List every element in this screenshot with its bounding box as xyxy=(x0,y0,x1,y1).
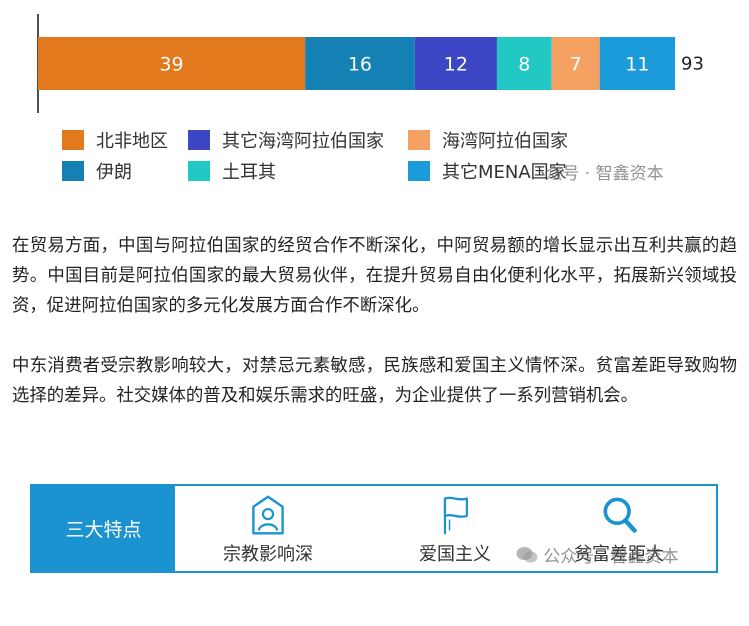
legend-item-turkey: 土耳其 xyxy=(188,159,276,183)
chart-watermark-text: 众号 · 智鑫资本 xyxy=(545,164,664,184)
person-frame-icon xyxy=(252,495,284,535)
chart-canvas: 39 16 12 8 7 11 93 xyxy=(37,14,704,113)
legend-label: 土耳其 xyxy=(222,162,276,183)
legend-swatch xyxy=(188,161,210,181)
legend-swatch xyxy=(408,130,430,150)
legend-label: 其它海湾阿拉伯国家 xyxy=(222,131,384,152)
legend-swatch xyxy=(408,161,430,181)
article-paragraph-consumers: 中东消费者受宗教影响较大，对禁忌元素敏感，民族感和爱国主义情怀深。贫富差距导致购… xyxy=(12,356,737,406)
feature-label: 宗教影响深 xyxy=(223,544,313,565)
legend-label: 海湾阿拉伯国家 xyxy=(442,131,568,152)
feature-label: 爱国主义 xyxy=(419,544,491,565)
legend-item-gulf-arab: 海湾阿拉伯国家 xyxy=(408,128,568,152)
legend-item-iran: 伊朗 xyxy=(62,159,132,183)
feature-patriotism: 爱国主义 xyxy=(390,494,520,566)
bar-value-label: 7 xyxy=(570,54,582,76)
legend-item-other-gulf-arab: 其它海湾阿拉伯国家 xyxy=(188,128,384,152)
legend-swatch xyxy=(188,130,210,150)
legend-item-north-africa: 北非地区 xyxy=(62,128,168,152)
article-paragraph-trade: 在贸易方面，中国与阿拉伯国家的经贸合作不断深化，中阿贸易额的增长显示出互利共赢的… xyxy=(12,236,737,316)
legend-label: 伊朗 xyxy=(96,162,132,183)
features-watermark: 公众号 · 智鑫资本 xyxy=(516,542,679,569)
chart-watermark: 众号 · 智鑫资本 xyxy=(540,159,664,184)
bar-value-label: 39 xyxy=(159,54,183,76)
features-watermark-text: 公众号 · 智鑫资本 xyxy=(543,547,679,567)
bar-value-label: 12 xyxy=(444,54,468,76)
wechat-icon xyxy=(516,546,538,569)
bar-value-label: 11 xyxy=(625,54,649,76)
legend-swatch xyxy=(62,130,84,150)
total-label: 93 xyxy=(681,54,704,75)
feature-religion: 宗教影响深 xyxy=(203,494,333,566)
three-features-box: 三大特点 宗教影响深 爱国主义 贫富差距大 公众号 · 智鑫资本 xyxy=(30,484,718,573)
flag-icon xyxy=(443,496,468,535)
stacked-bar-chart: 39 16 12 8 7 11 93 北非地区 其它海湾阿拉伯国家 海湾阿拉伯国家 伊朗 土… xyxy=(0,0,749,200)
features-title: 三大特点 xyxy=(32,486,175,571)
magnifier-icon xyxy=(603,497,637,533)
bar-value-label: 16 xyxy=(348,54,372,76)
legend-label: 北非地区 xyxy=(96,131,168,152)
legend-swatch xyxy=(62,161,84,181)
bar-value-label: 8 xyxy=(518,54,530,76)
